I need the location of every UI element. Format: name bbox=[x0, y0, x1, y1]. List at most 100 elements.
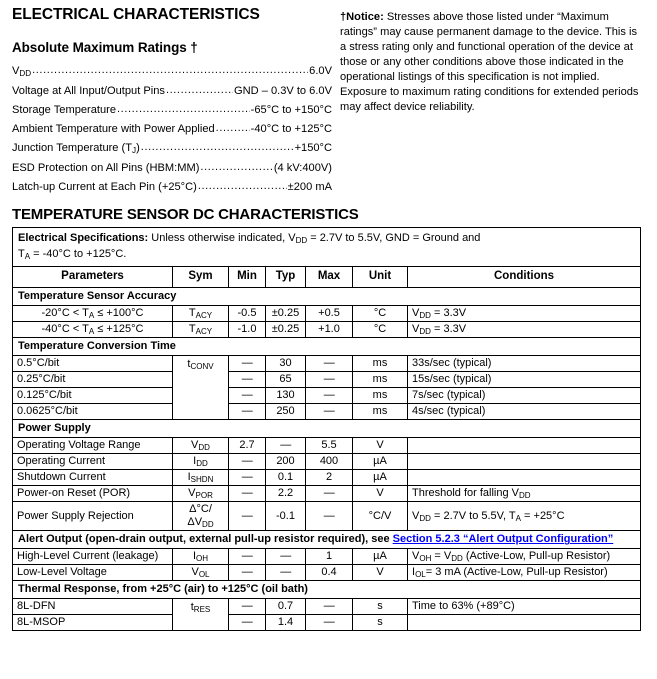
table-row: -20°C < TA ≤ +100°C TACY -0.5 ±0.25 +0.5… bbox=[12, 305, 642, 323]
rating-value: +150°C bbox=[294, 142, 332, 155]
cell-typ: 0.1 bbox=[265, 469, 306, 487]
notice-paragraph: †Notice: Stresses above those listed und… bbox=[340, 10, 645, 115]
cell-unit: ms bbox=[352, 371, 408, 389]
rating-value: -65°C to +150°C bbox=[250, 103, 332, 116]
column-header-max: Max bbox=[305, 266, 353, 289]
list-item: Junction Temperature (TJ) ..............… bbox=[12, 141, 332, 156]
notice-label: †Notice: bbox=[340, 11, 384, 23]
cell-parameter: 0.5°C/bit bbox=[12, 355, 173, 373]
cell-conditions: 15s/sec (typical) bbox=[406, 371, 642, 389]
column-header-typ: Typ bbox=[265, 266, 306, 289]
cell-conditions bbox=[406, 469, 642, 487]
column-header-unit: Unit bbox=[352, 266, 408, 289]
cell-typ: 1.4 bbox=[265, 614, 306, 632]
cell-typ: 30 bbox=[265, 355, 306, 373]
rating-label: ESD Protection on All Pins (HBM:MM) bbox=[12, 161, 200, 174]
table-group-row-accuracy: Temperature Sensor Accuracy bbox=[11, 287, 642, 307]
cell-min: — bbox=[228, 469, 266, 487]
table-row: Power Supply Rejection Δ°C/ΔVDD — -0.1 —… bbox=[12, 501, 642, 532]
table-row: 0.5°C/bit tCONV — 30 — ms 33s/sec (typic… bbox=[12, 355, 642, 421]
table-row: 8L-DFN tRES — 0.7 — s Time to 63% (+89°C… bbox=[12, 598, 642, 632]
group-label: Alert Output (open-drain output, externa… bbox=[11, 530, 642, 550]
cell-typ: ±0.25 bbox=[265, 321, 306, 339]
table-row: Operating Voltage Range VDD 2.7 — 5.5 V bbox=[12, 437, 642, 455]
cell-typ: 0.7 bbox=[265, 598, 306, 616]
cell-typ: -0.1 bbox=[265, 501, 306, 532]
table-row: -40°C < TA ≤ +125°C TACY -1.0 ±0.25 +1.0… bbox=[12, 321, 642, 339]
cell-conditions bbox=[406, 614, 642, 632]
cell-unit: s bbox=[352, 598, 408, 616]
cell-typ: — bbox=[265, 564, 306, 582]
table-row: Operating Current IDD — 200 400 µA bbox=[12, 453, 642, 471]
cell-max: 5.5 bbox=[305, 437, 353, 455]
cell-max: — bbox=[305, 614, 353, 632]
table-header-row: Parameters Sym Min Typ Max Unit Conditio… bbox=[12, 266, 642, 289]
cell-conditions bbox=[406, 453, 642, 471]
cell-sym: IDD bbox=[172, 453, 229, 471]
leader-dots: ........................................… bbox=[200, 160, 273, 173]
cell-max: — bbox=[305, 355, 353, 373]
cell-typ: 130 bbox=[265, 387, 306, 405]
cell-unit: V bbox=[352, 564, 408, 582]
cell-unit: s bbox=[352, 614, 408, 632]
table-row: Electrical Specifications: Unless otherw… bbox=[11, 227, 642, 268]
cell-max: 400 bbox=[305, 453, 353, 471]
cell-conditions: Time to 63% (+89°C) bbox=[406, 598, 642, 616]
rating-value: -40°C to +125°C bbox=[250, 123, 332, 136]
rating-label-subscript: DD bbox=[19, 69, 32, 79]
cell-max: — bbox=[305, 371, 353, 389]
ratings-list: VDD ....................................… bbox=[12, 64, 332, 194]
column-header-parameters: Parameters bbox=[12, 266, 173, 289]
cell-min: — bbox=[228, 501, 266, 532]
cell-min: — bbox=[228, 371, 266, 389]
cell-max: — bbox=[305, 387, 353, 405]
list-item: Storage Temperature ....................… bbox=[12, 102, 332, 117]
cell-conditions: 4s/sec (typical) bbox=[406, 403, 642, 421]
cell-sym: tCONV bbox=[172, 355, 229, 421]
cell-min: — bbox=[228, 355, 266, 373]
cell-parameter: Operating Current bbox=[12, 453, 173, 471]
list-item: Latch-up Current at Each Pin (+25°C) ...… bbox=[12, 180, 332, 194]
cell-sym: VDD bbox=[172, 437, 229, 455]
rating-label: Voltage at All Input/Output Pins bbox=[12, 84, 165, 97]
cell-parameter: -40°C < TA ≤ +125°C bbox=[12, 321, 173, 339]
cell-max: — bbox=[305, 485, 353, 503]
table-row: Shutdown Current ISHDN — 0.1 2 µA bbox=[12, 469, 642, 487]
cell-parameter: 0.125°C/bit bbox=[12, 387, 173, 405]
table-group-row-thermal-response: Thermal Response, from +25°C (air) to +1… bbox=[11, 580, 642, 600]
group-label: Temperature Conversion Time bbox=[11, 337, 642, 357]
cell-typ: 65 bbox=[265, 371, 306, 389]
rating-label: VDD bbox=[12, 65, 32, 79]
cell-parameter: 0.0625°C/bit bbox=[12, 403, 173, 421]
spec-note-label: Electrical Specifications: bbox=[18, 232, 149, 245]
rating-label: Storage Temperature bbox=[12, 103, 117, 116]
cell-min: — bbox=[228, 485, 266, 503]
cell-min: — bbox=[228, 598, 266, 616]
cell-conditions: VDD = 3.3V bbox=[406, 321, 642, 339]
list-item: Ambient Temperature with Power Applied .… bbox=[12, 122, 332, 136]
leader-dots: ........................................… bbox=[117, 102, 250, 115]
table-row: High-Level Current (leakage) IOH — — 1 µ… bbox=[12, 548, 642, 566]
cell-min: — bbox=[228, 453, 266, 471]
temperature-sensor-dc-characteristics-table: Electrical Specifications: Unless otherw… bbox=[11, 227, 642, 632]
notice-body: Stresses above those listed under “Maxim… bbox=[340, 11, 639, 114]
rating-value: ±200 mA bbox=[287, 180, 332, 193]
cell-unit: °C bbox=[352, 305, 408, 323]
cell-conditions: 7s/sec (typical) bbox=[406, 387, 642, 405]
absolute-maximum-ratings-column: ELECTRICAL CHARACTERISTICS Absolute Maxi… bbox=[12, 6, 340, 200]
cell-max: 1 bbox=[305, 548, 353, 566]
group-label: Temperature Sensor Accuracy bbox=[11, 287, 642, 307]
cell-min: -1.0 bbox=[228, 321, 266, 339]
datasheet-page: ELECTRICAL CHARACTERISTICS Absolute Maxi… bbox=[0, 0, 657, 679]
cell-parameter: -20°C < TA ≤ +100°C bbox=[12, 305, 173, 323]
cell-parameter: High-Level Current (leakage) bbox=[12, 548, 173, 566]
cell-max: 0.4 bbox=[305, 564, 353, 582]
cell-unit: ms bbox=[352, 387, 408, 405]
rating-label-subscript: J bbox=[132, 146, 137, 156]
alert-output-configuration-link[interactable]: Section 5.2.3 “Alert Output Configuratio… bbox=[393, 533, 614, 545]
group-label: Thermal Response, from +25°C (air) to +1… bbox=[11, 580, 642, 600]
cell-unit: V bbox=[352, 485, 408, 503]
rating-value: 6.0V bbox=[309, 65, 332, 78]
cell-min: -0.5 bbox=[228, 305, 266, 323]
electrical-specifications-note: Electrical Specifications: Unless otherw… bbox=[11, 227, 642, 268]
